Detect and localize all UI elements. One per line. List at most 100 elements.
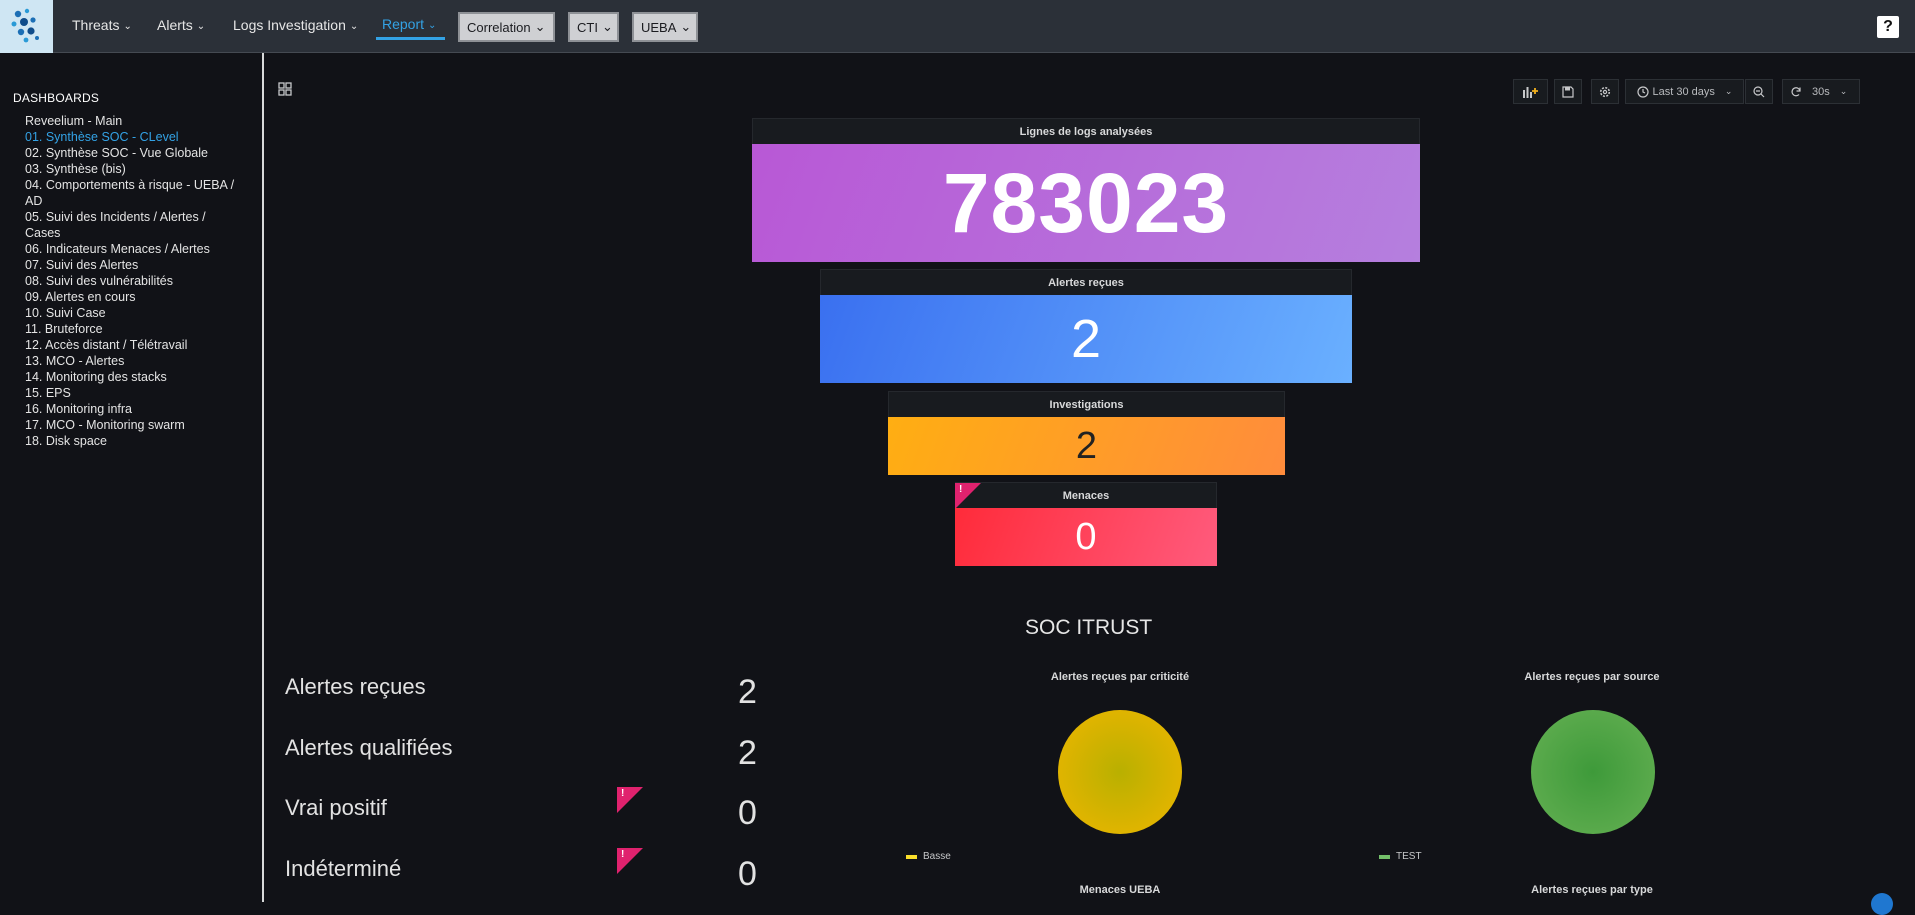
clock-icon — [1636, 85, 1649, 98]
source-pie-chart[interactable] — [1530, 709, 1656, 835]
sidebar-item[interactable]: 01. Synthèse SOC - CLevel — [25, 129, 255, 145]
logs-panel-title[interactable]: Lignes de logs analysées — [752, 118, 1420, 144]
sidebar-item[interactable]: AD — [25, 193, 255, 209]
kpi-label: Alertes qualifiées — [285, 735, 453, 760]
sidebar-item[interactable]: 14. Monitoring des stacks — [25, 369, 255, 385]
nav-threats-label: Threats — [72, 17, 120, 33]
top-navbar: Threats ⌄ Alerts ⌄ Logs Investigation ⌄ … — [0, 0, 1915, 53]
cti-button[interactable]: CTI ⌄ — [568, 12, 619, 42]
investigations-stat-value: 2 — [888, 417, 1285, 475]
menaces-panel-title[interactable]: Menaces — [955, 482, 1217, 508]
dashboards-sidebar: DASHBOARDS Reveelium - Main 01. Synthèse … — [0, 53, 264, 902]
chat-bubble-icon[interactable] — [1871, 893, 1893, 915]
sidebar-item[interactable]: 18. Disk space — [25, 433, 255, 449]
time-range-picker[interactable]: Last 30 days ⌄ — [1625, 79, 1744, 104]
kpi-value: 2 — [738, 673, 757, 711]
nav-report[interactable]: Report ⌄ — [382, 16, 436, 32]
dashboard-settings-button[interactable] — [1591, 79, 1619, 104]
logs-stat-value: 783023 — [752, 144, 1420, 262]
sidebar-item[interactable]: 04. Comportements à risque - UEBA / — [25, 177, 255, 193]
sidebar-item[interactable]: Cases — [25, 225, 255, 241]
warning-mark: ! — [621, 849, 625, 860]
chevron-down-icon: ⌄ — [601, 19, 613, 34]
chevron-down-icon: ⌄ — [349, 20, 359, 32]
ueba-button-label: UEBA — [641, 19, 677, 35]
sidebar-item[interactable]: 06. Indicateurs Menaces / Alertes — [25, 241, 255, 257]
chevron-down-icon: ⌄ — [1839, 86, 1848, 96]
nav-logs-investigation[interactable]: Logs Investigation ⌄ — [233, 17, 358, 33]
criticite-pie-chart[interactable] — [1057, 709, 1183, 835]
dashboard-grid-icon[interactable] — [278, 82, 292, 96]
kpi-label: Indéterminé — [285, 856, 402, 881]
sidebar-item[interactable]: 12. Accès distant / Télétravail — [25, 337, 255, 353]
kpi-value: 0 — [738, 794, 757, 832]
nav-report-label: Report — [382, 16, 425, 32]
correlation-button-label: Correlation — [467, 19, 531, 35]
legend-label: TEST — [1396, 851, 1422, 862]
save-icon — [1562, 85, 1574, 98]
logo-icon — [11, 8, 39, 43]
help-icon[interactable]: ? — [1877, 16, 1899, 38]
chevron-down-icon: ⌄ — [534, 19, 546, 34]
sidebar-item[interactable]: 16. Monitoring infra — [25, 401, 255, 417]
kpi-value: 0 — [738, 855, 757, 893]
chevron-down-icon: ⌄ — [196, 20, 206, 32]
chevron-down-icon: ⌄ — [428, 19, 437, 31]
zoom-out-icon — [1753, 85, 1765, 97]
add-panel-icon — [1522, 86, 1538, 98]
alertes-stat-value: 2 — [820, 295, 1352, 383]
source-legend[interactable]: TEST — [1379, 851, 1422, 862]
legend-swatch — [1379, 854, 1390, 859]
warning-mark: ! — [959, 484, 963, 495]
app-logo[interactable] — [0, 0, 53, 53]
warning-corner-icon[interactable]: ! — [617, 848, 643, 874]
nav-alerts[interactable]: Alerts ⌄ — [157, 17, 205, 33]
save-dashboard-button[interactable] — [1554, 79, 1582, 104]
pie-slice-basse[interactable] — [1058, 710, 1182, 834]
warning-corner-icon[interactable]: ! — [617, 787, 643, 813]
sidebar-item[interactable]: 02. Synthèse SOC - Vue Globale — [25, 145, 255, 161]
sidebar-item[interactable]: 07. Suivi des Alertes — [25, 257, 255, 273]
investigations-panel-title[interactable]: Investigations — [888, 391, 1285, 417]
correlation-button[interactable]: Correlation ⌄ — [458, 12, 555, 42]
nav-alerts-label: Alerts — [157, 17, 193, 33]
add-panel-button[interactable] — [1513, 79, 1548, 104]
legend-swatch — [906, 854, 917, 859]
refresh-interval-label: 30s — [1812, 85, 1830, 98]
zoom-out-button[interactable] — [1745, 79, 1773, 104]
sidebar-item[interactable]: 05. Suivi des Incidents / Alertes / — [25, 209, 255, 225]
source-chart-title[interactable]: Alertes reçues par source — [1432, 671, 1752, 683]
warning-mark: ! — [621, 788, 625, 799]
cti-button-label: CTI — [577, 19, 598, 35]
kpi-value: 2 — [738, 734, 757, 772]
sidebar-item[interactable]: 17. MCO - Monitoring swarm — [25, 417, 255, 433]
criticite-legend[interactable]: Basse — [906, 851, 951, 862]
sidebar-item[interactable]: 15. EPS — [25, 385, 255, 401]
nav-logs-investigation-label: Logs Investigation — [233, 17, 346, 33]
active-tab-indicator — [376, 37, 445, 40]
dashboard-list: Reveelium - Main 01. Synthèse SOC - CLeve… — [25, 113, 255, 449]
warning-corner-icon[interactable]: ! — [955, 483, 981, 509]
sidebar-item[interactable]: 10. Suivi Case — [25, 305, 255, 321]
section-title: SOC ITRUST — [1025, 616, 1153, 639]
ueba-button[interactable]: UEBA ⌄ — [632, 12, 698, 42]
sidebar-item[interactable]: 08. Suivi des vulnérabilités — [25, 273, 255, 289]
sidebar-item[interactable]: 13. MCO - Alertes — [25, 353, 255, 369]
legend-label: Basse — [923, 851, 951, 862]
refresh-icon — [1791, 86, 1801, 96]
sidebar-item[interactable]: 11. Bruteforce — [25, 321, 255, 337]
menaces-stat-value: 0 — [955, 508, 1217, 566]
alertes-panel-title[interactable]: Alertes reçues — [820, 269, 1352, 295]
gear-icon — [1599, 86, 1611, 97]
criticite-chart-title[interactable]: Alertes reçues par criticité — [960, 671, 1280, 683]
refresh-picker[interactable]: 30s ⌄ — [1782, 79, 1860, 104]
kpi-label: Alertes reçues — [285, 674, 426, 699]
sidebar-item[interactable]: 03. Synthèse (bis) — [25, 161, 255, 177]
time-range-label: Last 30 days — [1652, 85, 1715, 98]
menaces-ueba-chart-title[interactable]: Menaces UEBA — [960, 884, 1280, 896]
nav-threats[interactable]: Threats ⌄ — [72, 17, 132, 33]
pie-slice-test[interactable] — [1531, 710, 1655, 834]
sidebar-item[interactable]: 09. Alertes en cours — [25, 289, 255, 305]
sidebar-item[interactable]: Reveelium - Main — [25, 113, 255, 129]
type-chart-title[interactable]: Alertes reçues par type — [1432, 884, 1752, 896]
